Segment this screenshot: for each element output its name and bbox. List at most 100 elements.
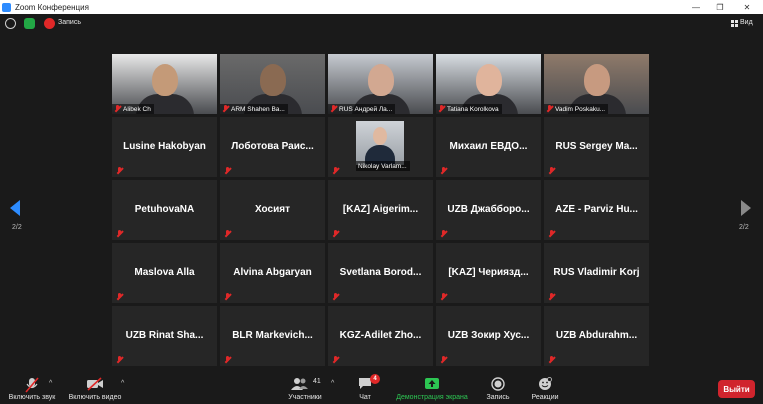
muted-mic-icon: [116, 356, 123, 364]
close-icon[interactable]: ✕: [735, 0, 759, 14]
participant-name: UZB Abdurahm...: [555, 330, 638, 341]
view-grid-icon[interactable]: [731, 20, 739, 28]
participant-tile[interactable]: Tatiana Korolkova: [436, 54, 541, 114]
prev-page-arrow-icon[interactable]: [10, 200, 20, 216]
participant-name: [KAZ] Aigerim...: [342, 204, 419, 215]
participant-tile[interactable]: BLR Markevich...: [220, 306, 325, 366]
next-page-indicator: 2/2: [739, 224, 749, 231]
participant-name: UZB Зокир Хус...: [447, 330, 530, 341]
participant-name: BLR Markevich...: [232, 330, 313, 341]
participant-name: Хосият: [255, 204, 290, 215]
chat-label: Чат: [359, 394, 371, 401]
restore-icon[interactable]: ❐: [708, 0, 732, 14]
participant-tile[interactable]: Svetlana Borod...: [328, 243, 433, 303]
participant-tile[interactable]: UZB Abdurahm...: [544, 306, 649, 366]
leave-button[interactable]: Выйти: [718, 380, 755, 398]
muted-mic-icon: [548, 167, 555, 175]
shield-icon[interactable]: [24, 18, 35, 29]
participants-count: 41: [313, 378, 321, 385]
prev-page-indicator: 2/2: [12, 224, 22, 231]
muted-mic-icon: [548, 356, 555, 364]
participant-name: RUS Vladimir Korj: [553, 267, 640, 278]
participant-face: [584, 64, 610, 96]
muted-mic-icon: [440, 230, 447, 238]
muted-mic-icon: [116, 293, 123, 301]
participant-tile[interactable]: UZB Rinat Sha...: [112, 306, 217, 366]
participant-tile[interactable]: Nikolay Varlam...: [328, 117, 433, 177]
record-label: Запись: [486, 394, 510, 401]
participant-tile[interactable]: Михаил ЕВДО...: [436, 117, 541, 177]
reactions-button[interactable]: Реакции: [526, 372, 564, 404]
participant-face: [260, 64, 286, 96]
participant-name: Svetlana Borod...: [339, 267, 422, 278]
muted-mic-icon: [332, 230, 339, 238]
participant-name: Lusine Hakobyan: [123, 141, 206, 152]
record-button[interactable]: Запись: [482, 372, 514, 404]
participant-tile[interactable]: RUS Vladimir Korj: [544, 243, 649, 303]
video-off-icon: [87, 377, 103, 391]
muted-mic-icon: [548, 293, 555, 301]
muted-mic-icon: [332, 356, 339, 364]
muted-mic-icon: [332, 167, 339, 175]
record-icon: [491, 377, 505, 391]
participant-name: RUS Андрей Ла...: [339, 105, 393, 113]
participant-name-bar: Vadim Poskaku...: [544, 104, 609, 114]
participants-caret-icon[interactable]: ^: [331, 380, 334, 387]
participant-tile[interactable]: ARM Shahen Ba...: [220, 54, 325, 114]
share-screen-button[interactable]: Демонстрация экрана: [392, 372, 472, 404]
next-page-arrow-icon[interactable]: [741, 200, 751, 216]
participant-tile[interactable]: RUS Андрей Ла...: [328, 54, 433, 114]
share-screen-icon: [425, 378, 439, 389]
participant-tile[interactable]: AZE - Parviz Hu...: [544, 180, 649, 240]
participant-face: [476, 64, 502, 96]
participant-name: Alibek Ch: [123, 105, 151, 113]
participant-face: [373, 127, 387, 145]
participant-tile[interactable]: Maslova Alla: [112, 243, 217, 303]
muted-mic-icon: [440, 293, 447, 301]
participant-tile[interactable]: [KAZ] Чериязд...: [436, 243, 541, 303]
muted-mic-icon: [224, 230, 231, 238]
recording-label[interactable]: Запись: [58, 19, 81, 26]
participant-tile[interactable]: UZB Зокир Хус...: [436, 306, 541, 366]
participant-name: PetuhovaNA: [134, 204, 195, 215]
participant-tile[interactable]: RUS Sergey Ma...: [544, 117, 649, 177]
participant-name: Alvina Abgaryan: [233, 267, 312, 278]
participant-name: Nikolay Varlam...: [358, 162, 407, 170]
muted-mic-icon: [114, 105, 121, 113]
muted-mic-icon: [332, 293, 339, 301]
participant-tile[interactable]: Alibek Ch: [112, 54, 217, 114]
participant-tile[interactable]: UZB Джабборо...: [436, 180, 541, 240]
muted-mic-icon: [546, 105, 553, 113]
smiley-icon: [539, 377, 552, 390]
participant-tile[interactable]: Хосият: [220, 180, 325, 240]
muted-mic-icon: [224, 356, 231, 364]
participant-tile[interactable]: Vadim Poskaku...: [544, 54, 649, 114]
participant-tile[interactable]: [KAZ] Aigerim...: [328, 180, 433, 240]
participant-name: [KAZ] Чериязд...: [448, 267, 529, 278]
participant-name: UZB Rinat Sha...: [125, 330, 204, 341]
participant-name: Vadim Poskaku...: [555, 105, 606, 113]
participant-tile[interactable]: Lusine Hakobyan: [112, 117, 217, 177]
participant-tile[interactable]: KGZ-Adilet Zho...: [328, 306, 433, 366]
window-title: Zoom Конференция: [15, 2, 89, 12]
chat-unread-badge: 4: [370, 374, 380, 384]
title-bar: Zoom Конференция — ❐ ✕: [0, 0, 763, 14]
participant-tile[interactable]: Лоботова Раис...: [220, 117, 325, 177]
audio-options-caret-icon[interactable]: ^: [49, 380, 52, 387]
participant-tile[interactable]: PetuhovaNA: [112, 180, 217, 240]
participant-tile[interactable]: Alvina Abgaryan: [220, 243, 325, 303]
unmute-button[interactable]: Включить звук: [2, 372, 62, 404]
participant-name: Михаил ЕВДО...: [449, 141, 528, 152]
participant-name-bar: ARM Shahen Ba...: [220, 104, 288, 114]
participant-name-bar: RUS Андрей Ла...: [328, 104, 396, 114]
participant-name: RUS Sergey Ma...: [555, 141, 638, 152]
muted-mic-icon: [438, 105, 445, 113]
participants-label: Участники: [288, 394, 322, 401]
info-icon[interactable]: [5, 18, 16, 29]
participants-button[interactable]: 41 Участники: [280, 372, 330, 404]
start-video-button[interactable]: Включить видео: [64, 372, 126, 404]
video-options-caret-icon[interactable]: ^: [121, 380, 124, 387]
minimize-icon[interactable]: —: [684, 0, 708, 14]
participant-face: [368, 64, 394, 96]
view-button[interactable]: Вид: [740, 19, 753, 26]
